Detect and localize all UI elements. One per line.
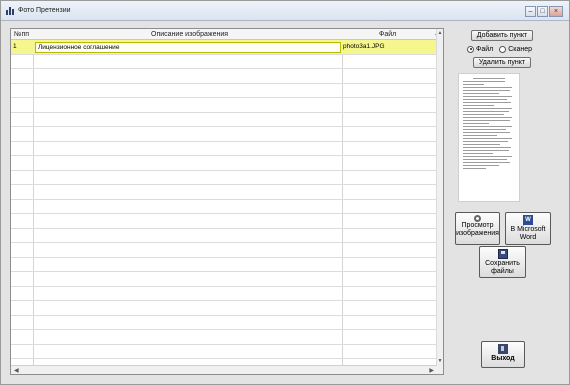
row-number: 1 [13,43,17,50]
title-bar: Фото Претензии – □ × [1,1,569,21]
preview-text-line [463,114,504,115]
image-preview-thumbnail[interactable] [458,73,520,202]
table-row-empty[interactable] [11,171,437,185]
images-table[interactable]: №пп Описание изображения Файл ▲ 1 Лиценз… [10,28,444,375]
scroll-up-icon[interactable]: ▲ [437,30,443,36]
table-row-empty[interactable] [11,127,437,142]
table-row[interactable]: 1 Лицензионное соглашение photo3a1.JPG [11,40,437,55]
word-icon: W [523,215,533,225]
table-body: 1 Лицензионное соглашение photo3a1.JPG [11,40,437,374]
preview-text-line [463,132,511,133]
preview-text-line [463,135,498,136]
preview-text-line [463,129,506,130]
minimize-icon[interactable]: – [525,6,536,17]
table-row-empty[interactable] [11,98,437,113]
maximize-icon[interactable]: □ [537,6,548,17]
preview-text-line [463,147,512,148]
window-controls: – □ × [524,6,563,17]
view-image-label-line1: Просмотр [461,222,494,229]
close-icon[interactable]: × [549,6,563,17]
preview-text-line [463,90,510,91]
table-row-empty[interactable] [11,272,437,287]
description-cell-editor[interactable]: Лицензионное соглашение [35,42,341,53]
floppy-disk-icon [497,249,508,259]
preview-text-line [463,159,507,160]
table-row-empty[interactable] [11,214,437,229]
table-row-empty[interactable] [11,84,437,98]
preview-text-line [463,138,513,139]
table-row-empty[interactable] [11,200,437,214]
table-row-empty[interactable] [11,301,437,316]
preview-text-line [463,111,509,112]
preview-text-line [463,150,510,151]
table-row-empty[interactable] [11,113,437,127]
source-file-label[interactable]: Файл [476,46,493,53]
preview-text-line [463,84,484,85]
preview-text-line [463,117,512,118]
app-chart-icon [6,7,15,15]
column-header-description[interactable]: Описание изображения [151,31,228,38]
source-file-radio[interactable] [467,45,474,53]
magnifier-icon [474,215,481,222]
table-row-empty[interactable] [11,243,437,258]
view-image-label-line2: изображения [456,230,499,237]
add-item-button[interactable]: Добавить пункт [471,30,533,41]
vertical-scrollbar[interactable]: ▲ ▼ [436,29,443,374]
preview-text-line [463,87,513,88]
exit-button[interactable]: Выход [481,341,525,368]
window-title: Фото Претензии [18,7,71,14]
preview-text-line [473,78,505,79]
preview-text-line [463,93,500,94]
scroll-left-icon[interactable]: ◀ [14,367,19,374]
column-header-file[interactable]: Файл [379,31,396,38]
view-image-button[interactable]: Просмотр изображения [455,212,500,245]
preview-text-line [463,141,509,142]
table-row-empty[interactable] [11,55,437,69]
export-word-label-line1: В Microsoft [510,226,546,233]
source-scanner-radio[interactable] [499,45,507,53]
table-row-empty[interactable] [11,185,437,200]
preview-text-line [463,81,505,82]
preview-text-line [463,168,487,169]
preview-text-line [463,162,510,163]
preview-text-line [463,156,513,157]
file-cell: photo3a1.JPG [343,43,385,50]
preview-text-line [463,108,513,109]
delete-item-button[interactable]: Удалить пункт [473,57,531,68]
export-word-label-line2: Word [519,234,537,241]
preview-text-line [463,96,513,97]
preview-text-line [463,165,500,166]
table-row-empty[interactable] [11,142,437,156]
save-files-button[interactable]: Сохранить файлы [479,246,526,278]
table-row-empty[interactable] [11,330,437,345]
save-files-label-line2: файлы [491,268,514,275]
table-row-empty[interactable] [11,156,437,171]
table-row-empty[interactable] [11,258,437,272]
table-row-empty[interactable] [11,69,437,84]
preview-text-line [463,102,511,103]
horizontal-scrollbar[interactable]: ◀ ▶ [11,365,437,374]
save-files-label-line1: Сохранить [485,260,520,267]
source-scanner-label[interactable]: Сканер [508,46,532,53]
preview-text-line [463,99,508,100]
preview-text-line [463,105,495,106]
table-header: №пп Описание изображения Файл ▲ [11,29,443,40]
table-row-empty[interactable] [11,229,437,243]
photo-claims-window: Фото Претензии – □ × №пп Описание изобра… [0,0,570,385]
exit-label: Выход [491,355,515,362]
table-row-empty[interactable] [11,287,437,301]
export-to-word-button[interactable]: W В Microsoft Word [505,212,551,245]
exit-door-icon [498,344,508,354]
column-header-number[interactable]: №пп [14,31,29,38]
preview-text-line [463,120,510,121]
table-row-empty[interactable] [11,345,437,359]
preview-text-line [463,144,501,145]
preview-text-line [463,153,494,154]
scroll-right-icon[interactable]: ▶ [429,367,434,374]
table-row-empty[interactable] [11,316,437,330]
source-radio-group: Файл Сканер [467,44,538,54]
preview-text-line [463,123,489,124]
scroll-down-icon[interactable]: ▼ [437,358,443,364]
preview-text-line [463,126,513,127]
